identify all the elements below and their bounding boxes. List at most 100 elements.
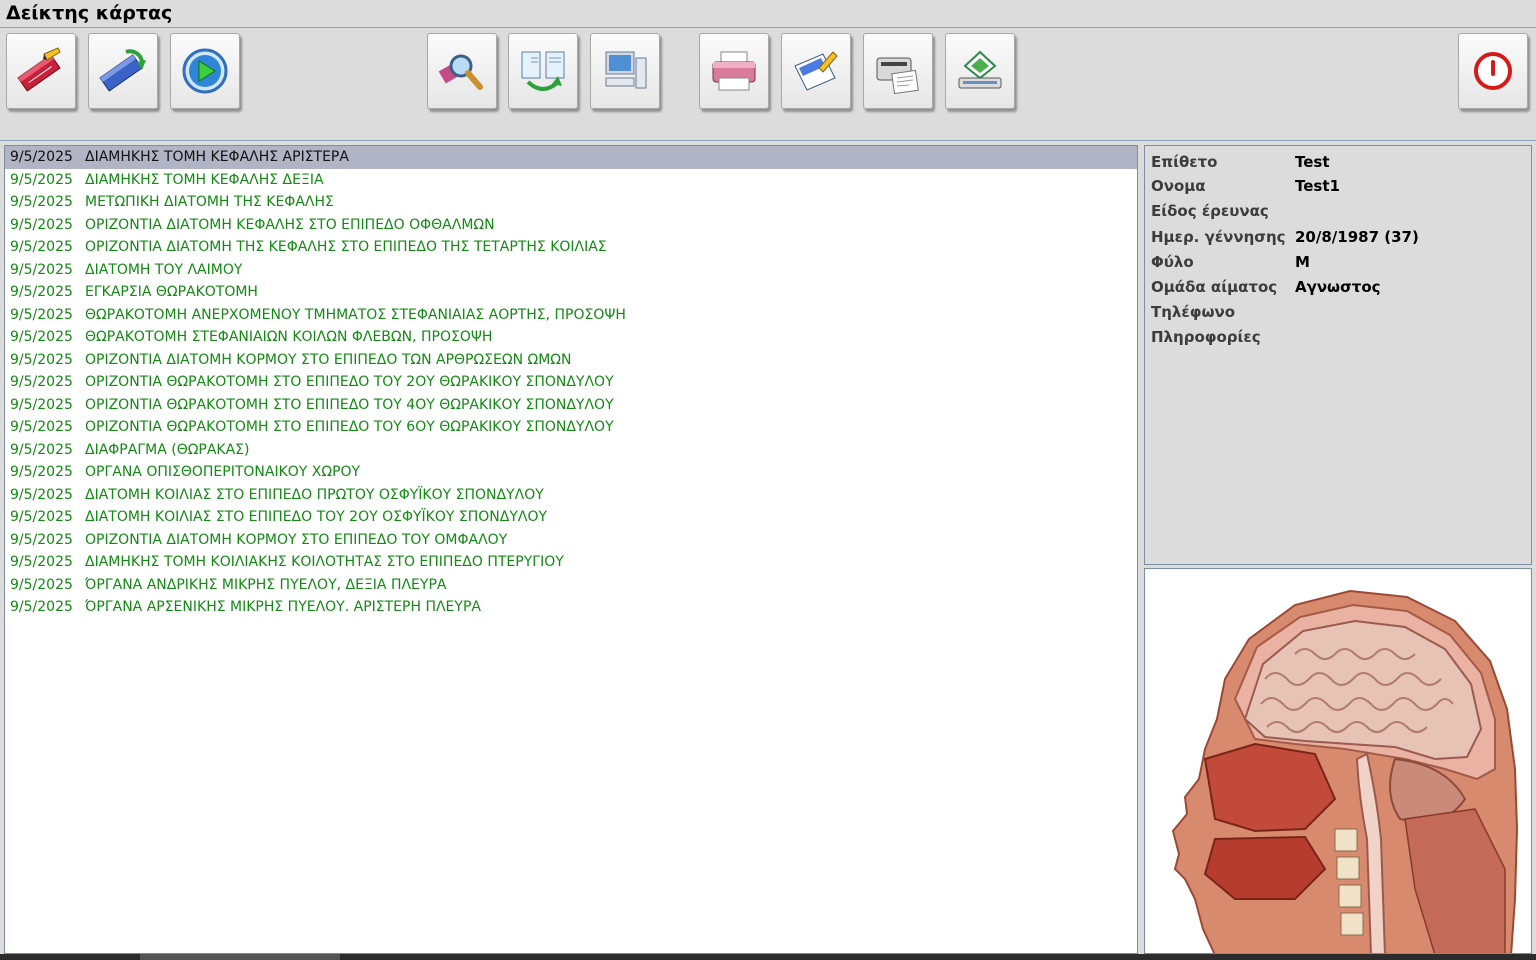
scanner-icon xyxy=(958,50,1002,89)
field-value: Αγνωστος xyxy=(1295,278,1381,296)
field-value: Test xyxy=(1295,153,1330,171)
computer-button[interactable] xyxy=(590,33,660,109)
record-date: 9/5/2025 xyxy=(10,464,73,480)
record-date: 9/5/2025 xyxy=(10,329,73,345)
list-item[interactable]: 9/5/2025 ΟΡΓΑΝΑ ΟΠΙΣΘΟΠΕΡΙΤΟΝΑΙΚΟΥ ΧΩΡΟΥ xyxy=(5,461,1137,484)
field-label: Είδος έρευνας xyxy=(1151,202,1269,220)
record-title: ΟΡΙΖΟΝΤΙΑ ΘΩΡΑΚΟΤΟΜΗ ΣΤΟ ΕΠΙΠΕΔΟ ΤΟΥ 4ΟΥ… xyxy=(85,396,614,413)
record-title: ΌΡΓΑΝΑ ΑΝΔΡΙΚΗΣ ΜΙΚΡΗΣ ΠΥΕΛΟΥ, ΔΕΞΙΑ ΠΛΕ… xyxy=(85,576,447,593)
list-item[interactable]: 9/5/2025 ΟΡΙΖΟΝΤΙΑ ΔΙΑΤΟΜΗ ΚΟΡΜΟΥ ΣΤΟ ΕΠΙ… xyxy=(5,529,1137,552)
record-title: ΔΙΑΜΗΚΗΣ ΤΟΜΗ ΚΟΙΛΙΑΚΗΣ ΚΟΙΛΟΤΗΤΑΣ ΣΤΟ Ε… xyxy=(85,554,564,570)
record-title: ΟΡΙΖΟΝΤΙΑ ΘΩΡΑΚΟΤΟΜΗ ΣΤΟ ΕΠΙΠΕΔΟ ΤΟΥ 6ΟΥ… xyxy=(85,419,614,435)
list-item[interactable]: 9/5/2025 ΔΙΑΜΗΚΗΣ ΤΟΜΗ ΚΕΦΑΛΗΣ ΔΕΞΙΑ xyxy=(5,169,1137,192)
record-date: 9/5/2025 xyxy=(10,576,73,593)
list-item[interactable]: 9/5/2025 ΔΙΑΤΟΜΗ ΚΟΙΛΙΑΣ ΣΤΟ ΕΠΙΠΕΔΟ ΤΟΥ … xyxy=(5,506,1137,529)
record-date: 9/5/2025 xyxy=(10,599,73,615)
record-date: 9/5/2025 xyxy=(10,486,73,503)
field-label: Τηλέφωνο xyxy=(1151,303,1236,321)
list-item[interactable]: 9/5/2025 ΟΡΙΖΟΝΤΙΑ ΔΙΑΤΟΜΗ ΚΟΡΜΟΥ ΣΤΟ ΕΠΙ… xyxy=(5,349,1137,372)
list-item[interactable]: 9/5/2025 ΟΡΙΖΟΝΤΙΑ ΘΩΡΑΚΟΤΟΜΗ ΣΤΟ ΕΠΙΠΕΔΟ… xyxy=(5,416,1137,439)
record-title: ΟΡΙΖΟΝΤΙΑ ΔΙΑΤΟΜΗ ΤΗΣ ΚΕΦΑΛΗΣ ΣΤΟ ΕΠΙΠΕΔ… xyxy=(85,239,607,255)
field-value: 20/8/1987 (37) xyxy=(1295,228,1419,246)
list-item[interactable]: 9/5/2025 ΔΙΑΦΡΑΓΜΑ (ΘΩΡΑΚΑΣ) xyxy=(5,439,1137,462)
field-label: Πληροφορίες xyxy=(1151,328,1261,346)
records-list[interactable]: 9/5/2025 ΔΙΑΜΗΚΗΣ ΤΟΜΗ ΚΕΦΑΛΗΣ ΑΡΙΣΤΕΡΑ 9/… xyxy=(4,145,1138,954)
record-title: ΕΓΚΑΡΣΙΑ ΘΩΡΑΚΟΤΟΜΗ xyxy=(85,284,258,300)
computer-icon xyxy=(605,51,647,89)
list-item[interactable]: 9/5/2025 ΟΡΙΖΟΝΤΙΑ ΔΙΑΤΟΜΗ ΤΗΣ ΚΕΦΑΛΗΣ ΣΤ… xyxy=(5,236,1137,259)
fax-printer-icon xyxy=(876,57,919,95)
record-title: ΔΙΑΤΟΜΗ ΚΟΙΛΙΑΣ ΣΤΟ ΕΠΙΠΕΔΟ ΤΟΥ 2ΟΥ ΟΣΦΥ… xyxy=(85,509,548,525)
list-item[interactable]: 9/5/2025 ΘΩΡΑΚΟΤΟΜΗ ΑΝΕΡΧΟΜΕΝΟΥ ΤΜΗΜΑΤΟΣ … xyxy=(5,304,1137,327)
window-title: Δείκτης κάρτας xyxy=(6,2,173,24)
scanner-button[interactable] xyxy=(945,33,1015,109)
record-title: ΘΩΡΑΚΟΤΟΜΗ ΑΝΕΡΧΟΜΕΝΟΥ ΤΜΗΜΑΤΟΣ ΣΤΕΦΑΝΙΑ… xyxy=(85,306,626,323)
record-title: ΟΡΙΖΟΝΤΙΑ ΔΙΑΤΟΜΗ ΚΟΡΜΟΥ ΣΤΟ ΕΠΙΠΕΔΟ ΤΩΝ… xyxy=(85,351,572,368)
field-label: Επίθετο xyxy=(1151,153,1218,171)
play-icon xyxy=(182,48,228,94)
record-title: ΌΡΓΑΝΑ ΑΡΣΕΝΙΚΗΣ ΜΙΚΡΗΣ ΠΥΕΛΟΥ. ΑΡΙΣΤΕΡΗ… xyxy=(85,599,481,615)
list-item[interactable]: 9/5/2025 ΔΙΑΜΗΚΗΣ ΤΟΜΗ ΚΕΦΑΛΗΣ ΑΡΙΣΤΕΡΑ xyxy=(5,146,1137,169)
patient-info-panel: Επίθετο Test Ονομα Test1 Είδος έρευνας Ημερ. … xyxy=(1144,145,1532,565)
record-date: 9/5/2025 xyxy=(10,149,73,165)
record-date: 9/5/2025 xyxy=(10,441,73,458)
record-date: 9/5/2025 xyxy=(10,396,73,413)
list-item[interactable]: 9/5/2025 ΌΡΓΑΝΑ ΑΝΔΡΙΚΗΣ ΜΙΚΡΗΣ ΠΥΕΛΟΥ, Δ… xyxy=(5,574,1137,597)
preview-image-panel xyxy=(1144,568,1532,954)
field-label: Φύλο xyxy=(1151,253,1194,271)
record-date: 9/5/2025 xyxy=(10,216,73,233)
printer-icon xyxy=(712,51,756,91)
record-title: ΘΩΡΑΚΟΤΟΜΗ ΣΤΕΦΑΝΙΑΙΩΝ ΚΟΙΛΩΝ ΦΛΕΒΩΝ, ΠΡ… xyxy=(85,329,493,345)
list-item[interactable]: 9/5/2025 ΔΙΑΤΟΜΗ ΤΟΥ ΛΑΙΜΟΥ xyxy=(5,259,1137,282)
field-value: Test1 xyxy=(1295,177,1340,195)
list-item[interactable]: 9/5/2025 ΟΡΙΖΟΝΤΙΑ ΔΙΑΤΟΜΗ ΚΕΦΑΛΗΣ ΣΤΟ ΕΠ… xyxy=(5,214,1137,237)
record-title: ΟΡΙΖΟΝΤΙΑ ΘΩΡΑΚΟΤΟΜΗ ΣΤΟ ΕΠΙΠΕΔΟ ΤΟΥ 2ΟΥ… xyxy=(85,374,614,390)
edit-document-icon xyxy=(794,51,838,91)
record-date: 9/5/2025 xyxy=(10,306,73,323)
refresh-card-button[interactable] xyxy=(88,33,158,109)
list-item[interactable]: 9/5/2025 ΔΙΑΤΟΜΗ ΚΟΙΛΙΑΣ ΣΤΟ ΕΠΙΠΕΔΟ ΠΡΩΤ… xyxy=(5,484,1137,507)
record-title: ΔΙΑΜΗΚΗΣ ΤΟΜΗ ΚΕΦΑΛΗΣ ΑΡΙΣΤΕΡΑ xyxy=(85,149,349,165)
record-date: 9/5/2025 xyxy=(10,194,73,210)
field-label: Ημερ. γέννησης xyxy=(1151,228,1286,246)
scrollbar-thumb[interactable] xyxy=(140,954,340,960)
record-date: 9/5/2025 xyxy=(10,554,73,570)
list-item[interactable]: 9/5/2025 ΕΓΚΑΡΣΙΑ ΘΩΡΑΚΟΤΟΜΗ xyxy=(5,281,1137,304)
record-date: 9/5/2025 xyxy=(10,261,73,278)
record-title: ΔΙΑΦΡΑΓΜΑ (ΘΩΡΑΚΑΣ) xyxy=(85,441,250,458)
list-item[interactable]: 9/5/2025 ΟΡΙΖΟΝΤΙΑ ΘΩΡΑΚΟΤΟΜΗ ΣΤΟ ΕΠΙΠΕΔΟ… xyxy=(5,371,1137,394)
record-title: ΔΙΑΤΟΜΗ ΚΟΙΛΙΑΣ ΣΤΟ ΕΠΙΠΕΔΟ ΠΡΩΤΟΥ ΟΣΦΥΪ… xyxy=(85,486,544,503)
record-date: 9/5/2025 xyxy=(10,284,73,300)
title-bar: Δείκτης κάρτας xyxy=(0,0,1536,28)
fax-print-button[interactable] xyxy=(863,33,933,109)
field-label: Ονομα xyxy=(1151,177,1206,195)
record-title: ΟΡΙΖΟΝΤΙΑ ΔΙΑΤΟΜΗ ΚΕΦΑΛΗΣ ΣΤΟ ΕΠΙΠΕΔΟ ΟΦ… xyxy=(85,216,495,233)
list-item[interactable]: 9/5/2025 ΟΡΙΖΟΝΤΙΑ ΘΩΡΑΚΟΤΟΜΗ ΣΤΟ ΕΠΙΠΕΔΟ… xyxy=(5,394,1137,417)
edit-document-button[interactable] xyxy=(781,33,851,109)
edit-card-icon xyxy=(17,47,61,92)
power-icon xyxy=(1474,52,1512,90)
exit-button[interactable] xyxy=(1458,33,1528,109)
refresh-card-icon xyxy=(99,49,146,92)
horizontal-scrollbar[interactable] xyxy=(0,954,1536,960)
record-date: 9/5/2025 xyxy=(10,171,73,188)
record-date: 9/5/2025 xyxy=(10,374,73,390)
record-title: ΟΡΓΑΝΑ ΟΠΙΣΘΟΠΕΡΙΤΟΝΑΙΚΟΥ ΧΩΡΟΥ xyxy=(85,464,361,480)
record-date: 9/5/2025 xyxy=(10,351,73,368)
list-item[interactable]: 9/5/2025 ΔΙΑΜΗΚΗΣ ΤΟΜΗ ΚΟΙΛΙΑΚΗΣ ΚΟΙΛΟΤΗΤ… xyxy=(5,551,1137,574)
play-button[interactable] xyxy=(170,33,240,109)
record-title: ΜΕΤΩΠΙΚΗ ΔΙΑΤΟΜΗ ΤΗΣ ΚΕΦΑΛΗΣ xyxy=(85,194,334,210)
search-button[interactable] xyxy=(427,33,497,109)
field-label: Ομάδα αίματος xyxy=(1151,278,1278,296)
edit-card-button[interactable] xyxy=(6,33,76,109)
exchange-documents-icon xyxy=(521,51,565,91)
record-date: 9/5/2025 xyxy=(10,531,73,548)
record-date: 9/5/2025 xyxy=(10,419,73,435)
print-button[interactable] xyxy=(699,33,769,109)
list-item[interactable]: 9/5/2025 ΌΡΓΑΝΑ ΑΡΣΕΝΙΚΗΣ ΜΙΚΡΗΣ ΠΥΕΛΟΥ. … xyxy=(5,596,1137,619)
list-item[interactable]: 9/5/2025 ΜΕΤΩΠΙΚΗ ΔΙΑΤΟΜΗ ΤΗΣ ΚΕΦΑΛΗΣ xyxy=(5,191,1137,214)
exchange-documents-button[interactable] xyxy=(508,33,578,109)
record-date: 9/5/2025 xyxy=(10,239,73,255)
list-item[interactable]: 9/5/2025 ΘΩΡΑΚΟΤΟΜΗ ΣΤΕΦΑΝΙΑΙΩΝ ΚΟΙΛΩΝ ΦΛ… xyxy=(5,326,1137,349)
head-sagittal-section-image xyxy=(1171,589,1519,953)
